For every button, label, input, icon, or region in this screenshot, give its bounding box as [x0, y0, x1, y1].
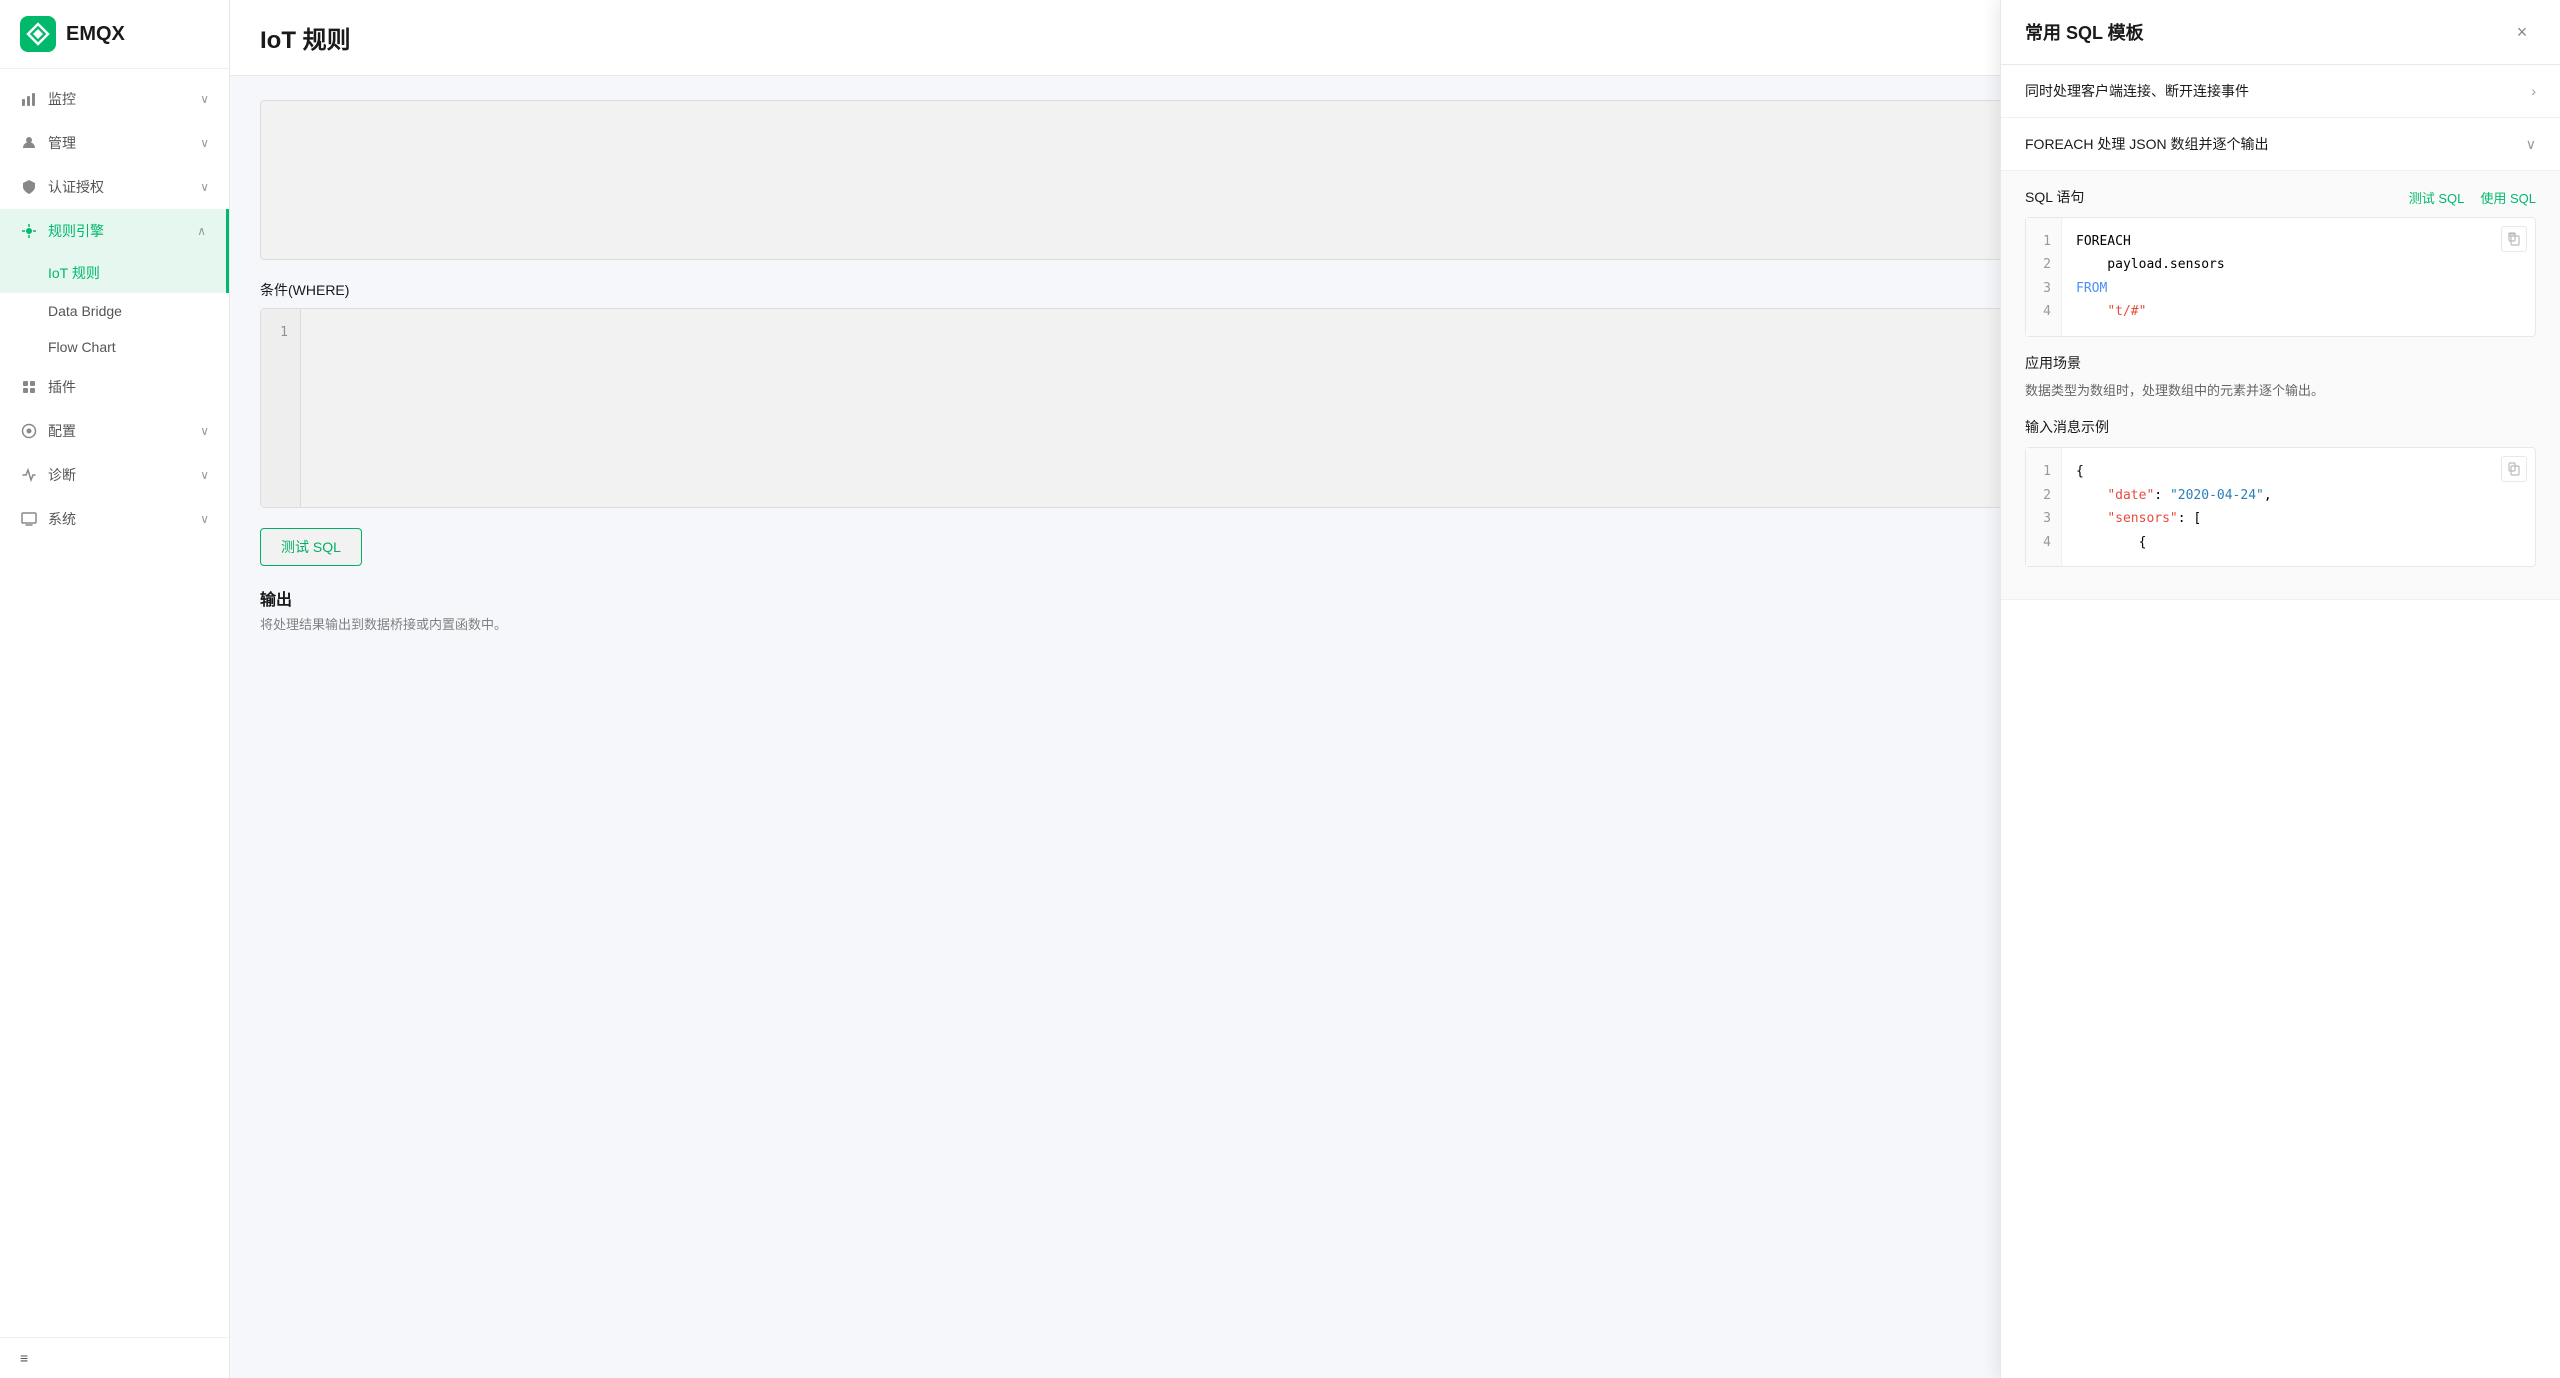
chevron-up-icon: ∧ — [197, 224, 206, 238]
code-line-1: FOREACH — [2076, 230, 2521, 253]
line-nums: 1 2 3 4 — [2026, 218, 2062, 336]
code-line-4: "t/#" — [2076, 300, 2521, 323]
right-panel: 常用 SQL 模板 × 同时处理客户端连接、断开连接事件 › FOREACH 处… — [2000, 0, 2560, 1378]
sidebar-item-config[interactable]: 配置 ∨ — [0, 409, 229, 453]
sidebar-item-manage[interactable]: 管理 ∨ — [0, 121, 229, 165]
template-item-concurrent-label: 同时处理客户端连接、断开连接事件 — [2025, 81, 2249, 101]
panel-header: 常用 SQL 模板 × — [2001, 0, 2560, 65]
code-line-3: FROM — [2076, 277, 2521, 300]
sidebar-nav: 监控 ∨ 管理 ∨ 认证授权 ∨ 规则引擎 ∧ — [0, 69, 229, 1337]
chevron-down-icon: ∨ — [200, 92, 209, 106]
sidebar-item-rules-label: 规则引擎 — [48, 221, 104, 241]
code-line-2: payload.sensors — [2076, 253, 2521, 276]
sql-code-block: 1 2 3 4 FOREACH payload.sensors FROM "t/… — [2025, 217, 2536, 337]
sql-actions: 测试 SQL 使用 SQL — [2409, 188, 2536, 207]
collapse-button[interactable]: ≡ — [0, 1337, 229, 1378]
rules-icon — [20, 222, 38, 240]
sidebar-item-rules[interactable]: 规则引擎 ∧ — [0, 209, 229, 253]
code-block-inner: 1 2 3 4 FOREACH payload.sensors FROM "t/… — [2026, 218, 2535, 336]
close-button[interactable]: × — [2508, 18, 2536, 46]
sidebar-item-diagnose-label: 诊断 — [48, 465, 76, 485]
system-icon — [20, 510, 38, 528]
template-expanded-area: SQL 语句 测试 SQL 使用 SQL 1 2 3 4 — [2001, 170, 2560, 599]
sidebar-item-system[interactable]: 系统 ∨ — [0, 497, 229, 541]
sidebar: EMQX 监控 ∨ 管理 ∨ 认证授权 ∨ — [0, 0, 230, 1378]
chevron-right-icon: › — [2531, 83, 2536, 99]
sidebar-item-config-label: 配置 — [48, 421, 76, 441]
sidebar-item-flow-chart-label: Flow Chart — [48, 339, 116, 355]
template-item-concurrent: 同时处理客户端连接、断开连接事件 › — [2001, 65, 2560, 118]
chevron-down-icon: ∨ — [200, 468, 209, 482]
input-code-line-4: { — [2076, 531, 2521, 554]
chevron-down-icon: ∨ — [2526, 136, 2536, 153]
input-code-line-3: "sensors": [ — [2076, 507, 2521, 530]
chart-icon — [20, 90, 38, 108]
input-code-lines: { "date": "2020-04-24", "sensors": [ { — [2062, 448, 2535, 566]
sidebar-item-data-bridge-label: Data Bridge — [48, 303, 122, 319]
manage-icon — [20, 134, 38, 152]
plugin-icon — [20, 378, 38, 396]
sidebar-item-iot-rules[interactable]: IoT 规则 — [0, 253, 229, 293]
test-sql-button[interactable]: 测试 SQL — [260, 528, 362, 566]
app-scene-label: 应用场景 — [2025, 353, 2536, 373]
sidebar-item-monitor[interactable]: 监控 ∨ — [0, 77, 229, 121]
chevron-down-icon: ∨ — [200, 180, 209, 194]
sidebar-item-data-bridge[interactable]: Data Bridge — [0, 293, 229, 329]
chevron-down-icon: ∨ — [200, 424, 209, 438]
sql-section-header: SQL 语句 测试 SQL 使用 SQL — [2025, 187, 2536, 207]
logo-text: EMQX — [66, 23, 125, 46]
input-code-block-inner: 1 2 3 4 { "date": "2020-04-24", "sensors… — [2026, 448, 2535, 566]
input-code-block: 1 2 3 4 { "date": "2020-04-24", "sensors… — [2025, 447, 2536, 567]
sidebar-item-iot-rules-label: IoT 规则 — [48, 265, 100, 281]
sidebar-item-manage-label: 管理 — [48, 133, 76, 153]
sidebar-item-diagnose[interactable]: 诊断 ∨ — [0, 453, 229, 497]
input-line-nums: 1 2 3 4 — [2026, 448, 2062, 566]
sidebar-item-monitor-label: 监控 — [48, 89, 76, 109]
diagnose-icon — [20, 466, 38, 484]
logo-area: EMQX — [0, 0, 229, 69]
line-numbers: 1 — [261, 309, 301, 507]
config-icon — [20, 422, 38, 440]
template-item-concurrent-header[interactable]: 同时处理客户端连接、断开连接事件 › — [2001, 65, 2560, 117]
test-sql-link[interactable]: 测试 SQL — [2409, 188, 2465, 207]
template-item-foreach-label: FOREACH 处理 JSON 数组并逐个输出 — [2025, 134, 2268, 154]
chevron-down-icon: ∨ — [200, 136, 209, 150]
sidebar-item-system-label: 系统 — [48, 509, 76, 529]
sidebar-item-auth[interactable]: 认证授权 ∨ — [0, 165, 229, 209]
chevron-down-icon: ∨ — [200, 512, 209, 526]
use-sql-link[interactable]: 使用 SQL — [2480, 188, 2536, 207]
sidebar-item-auth-label: 认证授权 — [48, 177, 104, 197]
input-code-line-1: { — [2076, 460, 2521, 483]
sidebar-item-plugins-label: 插件 — [48, 377, 76, 397]
input-code-line-2: "date": "2020-04-24", — [2076, 484, 2521, 507]
copy-button[interactable] — [2501, 226, 2527, 252]
sql-section-label-text: SQL 语句 — [2025, 187, 2084, 207]
app-scene-desc: 数据类型为数组时，处理数组中的元素并逐个输出。 — [2025, 381, 2536, 402]
template-item-foreach: FOREACH 处理 JSON 数组并逐个输出 ∨ SQL 语句 测试 SQL … — [2001, 118, 2560, 600]
panel-title: 常用 SQL 模板 — [2025, 19, 2144, 45]
template-item-foreach-header[interactable]: FOREACH 处理 JSON 数组并逐个输出 ∨ — [2001, 118, 2560, 170]
emqx-logo-icon — [20, 16, 56, 52]
input-msg-label: 输入消息示例 — [2025, 417, 2536, 437]
auth-icon — [20, 178, 38, 196]
copy-input-button[interactable] — [2501, 456, 2527, 482]
sidebar-item-flow-chart[interactable]: Flow Chart — [0, 329, 229, 365]
sidebar-item-plugins[interactable]: 插件 — [0, 365, 229, 409]
panel-body: 同时处理客户端连接、断开连接事件 › FOREACH 处理 JSON 数组并逐个… — [2001, 65, 2560, 1378]
code-lines: FOREACH payload.sensors FROM "t/#" — [2062, 218, 2535, 336]
